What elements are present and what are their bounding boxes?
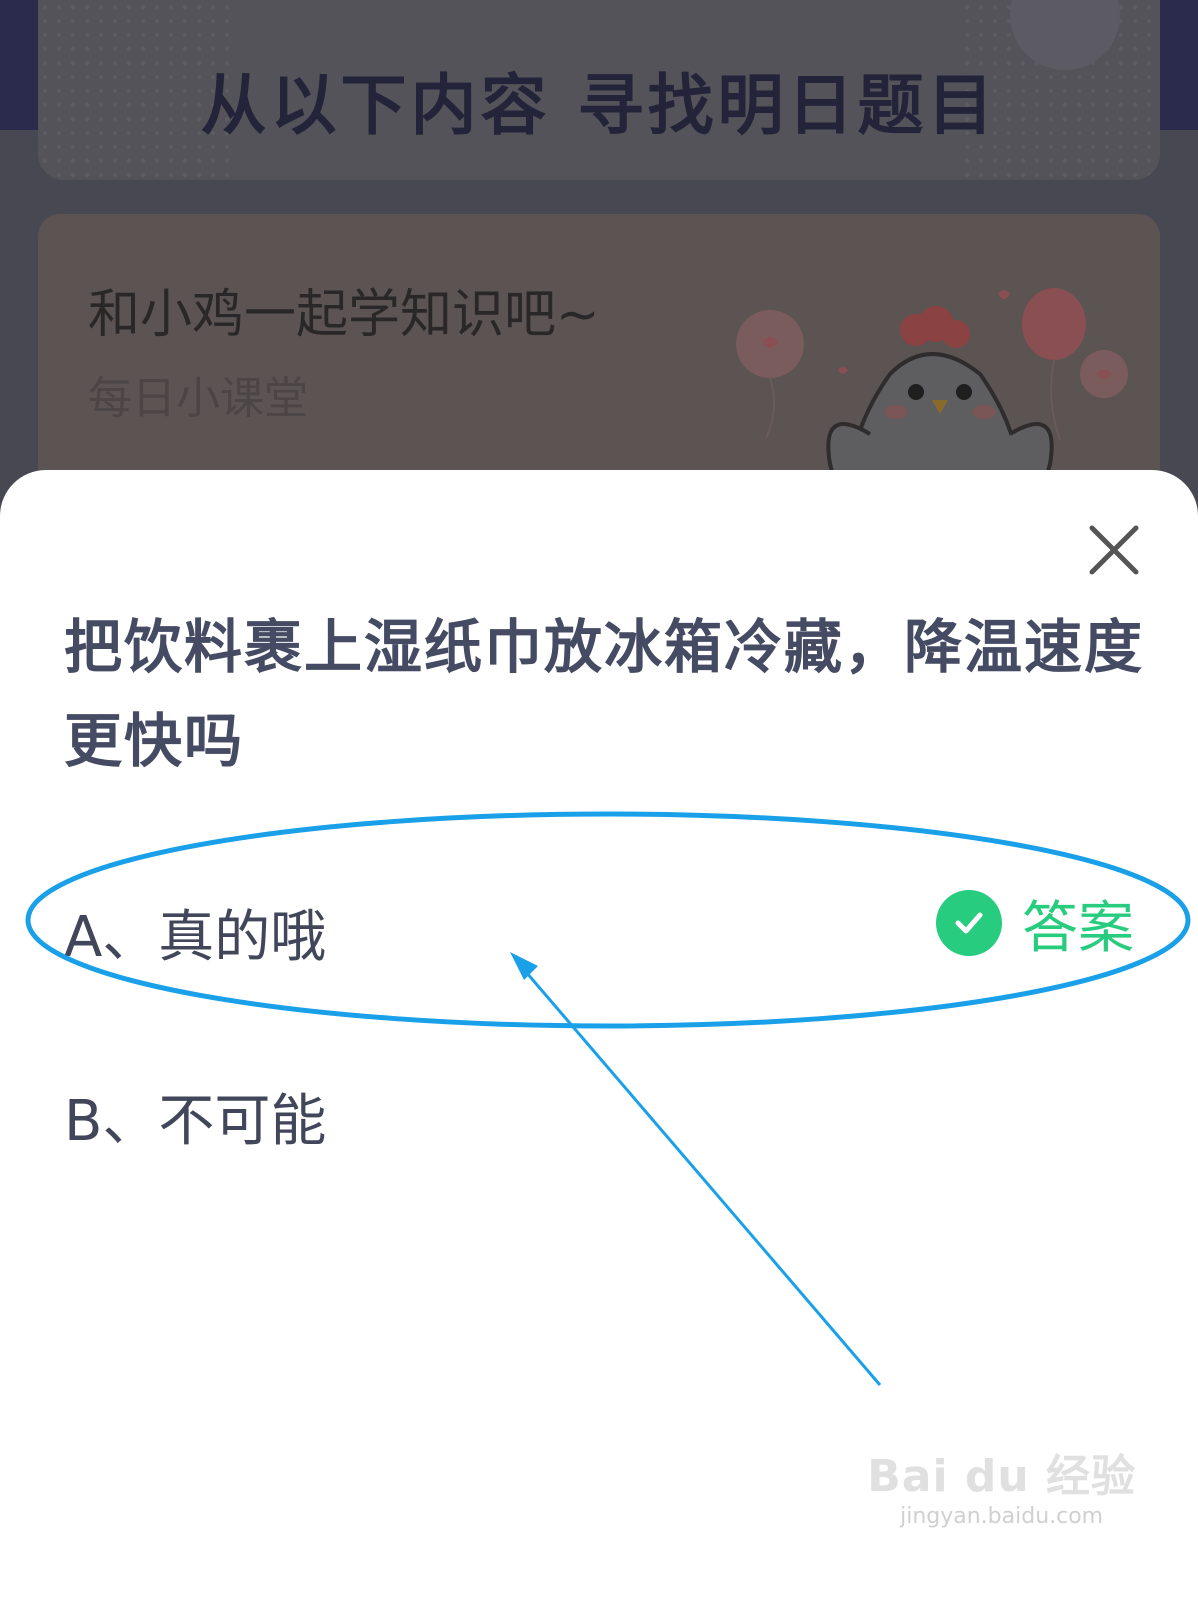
option-b[interactable]: B、不可能 [64,1062,1134,1154]
question-sheet: 把饮料裹上湿纸巾放冰箱冷藏，降温速度更快吗 A、真的哦 答案 B、不可能 [0,470,1198,1600]
header-title: 从以下内容 寻找明日题目 [38,52,1160,158]
watermark-domain: jingyan.baidu.com [900,1504,1104,1529]
option-b-label: B、不可能 [64,1089,327,1154]
watermark-brand: Bai du 经验 [867,1451,1136,1502]
header-banner: 从以下内容 寻找明日题目 [38,0,1160,180]
close-button[interactable] [1086,522,1142,578]
course-title: 和小鸡一起学知识吧~ [88,285,600,345]
question-text: 把饮料裹上湿纸巾放冰箱冷藏，降温速度更快吗 [64,613,1145,775]
answer-badge-label: 答案 [1022,895,1134,961]
option-a-label: A、真的哦 [64,905,327,970]
header-title-text: 从以下内容 寻找明日题目 [200,67,998,144]
check-icon [936,890,1002,956]
watermark: Bai du 经验 jingyan.baidu.com [867,1440,1136,1529]
close-icon[interactable] [1086,522,1142,578]
answer-badge: 答案 [936,888,1134,961]
option-a[interactable]: A、真的哦 答案 [64,878,1134,970]
background-page: 从以下内容 寻找明日题目 和小鸡一起学知识吧~ 每日小课堂 [0,0,1198,534]
course-subtitle: 每日小课堂 [88,373,308,424]
